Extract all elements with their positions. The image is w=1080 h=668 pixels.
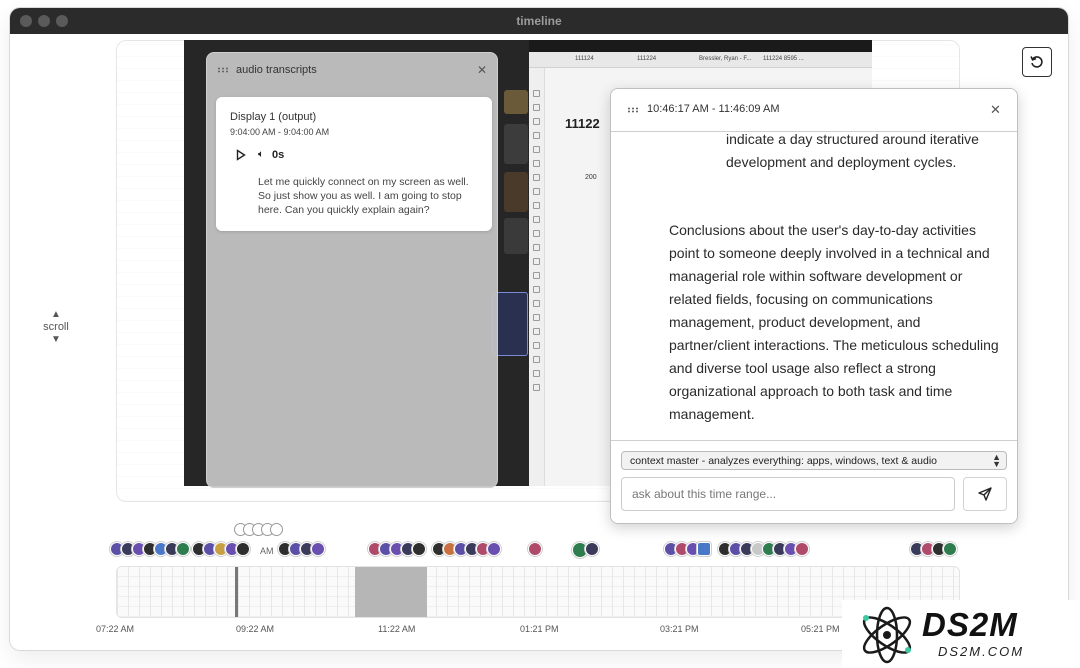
transcript-duration: 0s — [272, 149, 285, 161]
scroll-down-icon[interactable]: ▼ — [38, 333, 74, 346]
transcript-display: Display 1 (output) — [230, 111, 317, 123]
scroll-up-icon[interactable]: ▲ — [38, 308, 74, 321]
title-bar: timeline — [10, 8, 1068, 34]
timeline-track[interactable] — [116, 566, 960, 618]
timeline-cursor[interactable] — [235, 567, 238, 617]
watermark: DS2M DS2M.COM — [842, 600, 1080, 668]
screenshot-tab: Bressler, Ryan - F... — [699, 56, 752, 62]
app-icon — [236, 542, 250, 556]
app-icon-group[interactable] — [718, 542, 809, 558]
screenshot-cell: 200 — [585, 174, 597, 181]
drag-handle-icon[interactable] — [217, 67, 228, 73]
screenshot-tabs: 111124 111224 Bressler, Ryan - F... 1112… — [529, 52, 872, 68]
watermark-text: DS2M — [922, 606, 1018, 643]
app-icon-group[interactable] — [910, 542, 957, 558]
window-title: timeline — [516, 14, 562, 28]
timeline-tick-label: 03:21 PM — [660, 624, 699, 634]
app-icon-group[interactable] — [572, 542, 599, 558]
timeline-tick-label: 11:22 AM — [378, 624, 416, 634]
reset-icon — [1030, 56, 1043, 68]
audio-marker[interactable] — [270, 523, 283, 536]
app-icon — [528, 542, 542, 556]
timeline-tick-label: 01:21 PM — [520, 624, 559, 634]
chat-header[interactable]: 10:46:17 AM - 11:46:09 AM ✕ — [611, 89, 1017, 132]
ask-input[interactable] — [621, 477, 955, 511]
chat-panel: 10:46:17 AM - 11:46:09 AM ✕ indicate a d… — [610, 88, 1018, 524]
chat-composer: context master - analyzes everything: ap… — [611, 440, 1017, 523]
screenshot-tab: 111224 — [637, 56, 657, 62]
app-icon — [311, 542, 325, 556]
app-icon — [176, 542, 190, 556]
close-icon[interactable]: ✕ — [477, 63, 487, 77]
send-button[interactable] — [963, 477, 1007, 511]
screenshot-tab: 111224 8595 ... — [763, 56, 804, 62]
scroll-label: scroll — [43, 321, 69, 333]
app-icon-group[interactable] — [664, 542, 711, 558]
app-icon — [697, 542, 711, 556]
scroll-control: ▲ scroll ▼ — [38, 308, 74, 346]
reset-button[interactable] — [1022, 47, 1052, 77]
volume-icon: 🔈︎ — [258, 149, 264, 160]
model-select[interactable]: context master - analyzes everything: ap… — [621, 451, 1007, 470]
marker-time-label: AM — [258, 546, 276, 556]
audio-markers — [234, 523, 283, 537]
timeline-tick-label: 07:22 AM — [96, 624, 135, 634]
audio-panel-header[interactable]: audio transcripts ✕ — [207, 53, 497, 87]
app-icon — [412, 542, 426, 556]
app-icon-group[interactable] — [278, 542, 325, 558]
audio-panel-title: audio transcripts — [236, 64, 317, 76]
select-arrows-icon: ▲ ▼ — [992, 452, 1001, 469]
app-icon-group[interactable] — [368, 542, 426, 558]
model-select-value: context master - analyzes everything: ap… — [630, 455, 937, 467]
app-icon-row — [0, 540, 1080, 560]
timeline-tick-label: 09:22 AM — [236, 624, 275, 634]
audio-transcripts-panel: audio transcripts ✕ Display 1 (output) 9… — [206, 52, 498, 488]
chat-response: indicate a day structured around iterati… — [611, 132, 1017, 440]
watermark-url: DS2M.COM — [938, 644, 1025, 659]
screenshot-heading: 11122 — [565, 116, 600, 131]
response-bullet-text: indicate a day structured around iterati… — [726, 132, 979, 170]
app-icon — [487, 542, 501, 556]
app-icon — [943, 542, 957, 556]
drag-handle-icon[interactable] — [627, 107, 638, 113]
app-icon-group[interactable] — [192, 542, 250, 558]
app-icon-group[interactable] — [528, 542, 542, 558]
screenshot-tab: 111124 — [575, 56, 594, 62]
atom-logo-icon — [862, 606, 912, 664]
app-icon — [585, 542, 599, 556]
transcript-time: 9:04:00 AM - 9:04:00 AM — [230, 127, 330, 137]
send-icon — [978, 487, 992, 501]
screenshot-toolbar — [529, 68, 545, 486]
app-icon-group[interactable] — [432, 542, 501, 558]
close-icon[interactable]: ✕ — [990, 102, 1001, 118]
response-paragraph: Conclusions about the user's day-to-day … — [669, 222, 999, 422]
play-icon[interactable] — [236, 149, 246, 161]
transcript-entry: Display 1 (output) 9:04:00 AM - 9:04:00 … — [216, 97, 492, 231]
app-icon — [795, 542, 809, 556]
timeline-selection[interactable] — [355, 567, 427, 617]
chat-time-range: 10:46:17 AM - 11:46:09 AM — [647, 103, 780, 115]
transcript-text: Let me quickly connect on my screen as w… — [258, 176, 469, 216]
app-icon-group[interactable] — [110, 542, 190, 558]
timeline-tick-label: 05:21 PM — [801, 624, 840, 634]
